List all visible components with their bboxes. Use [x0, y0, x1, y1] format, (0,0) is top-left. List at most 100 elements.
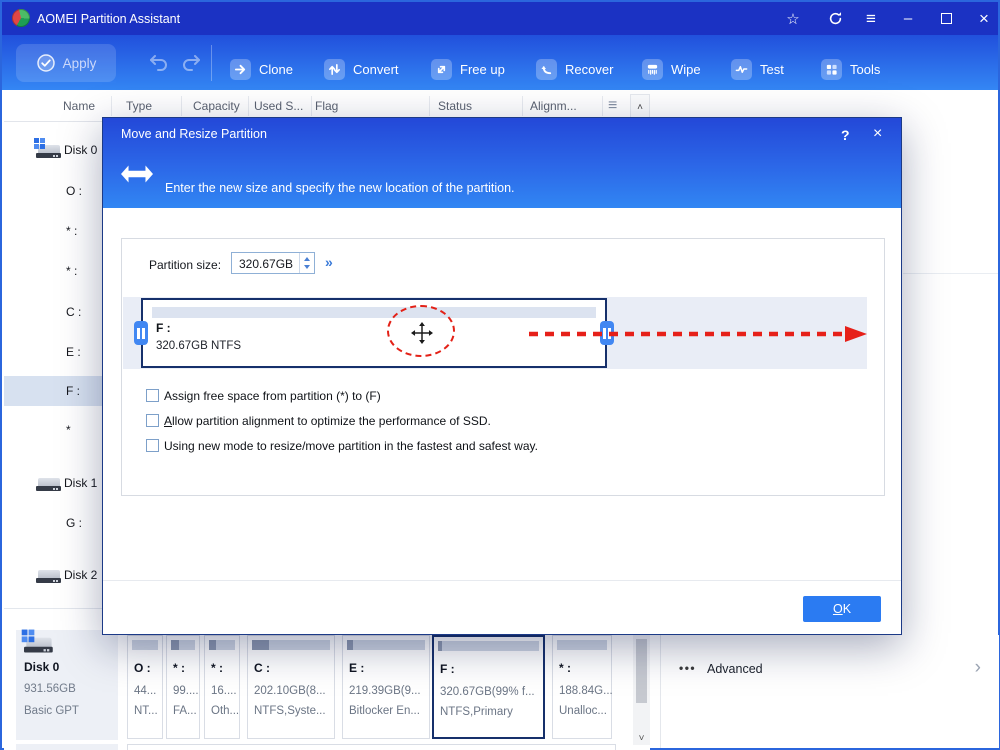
disk-icon	[24, 633, 53, 653]
disk0-info-card[interactable]: Disk 0 931.56GB Basic GPT	[16, 630, 118, 740]
usage-bar	[438, 641, 539, 651]
freeup-icon	[431, 59, 452, 80]
checkbox-icon[interactable]	[146, 439, 159, 452]
size-spinner[interactable]	[299, 253, 314, 273]
toolbar-separator	[211, 45, 212, 81]
column-header-name[interactable]: Name	[63, 99, 95, 113]
checkbox-icon[interactable]	[146, 414, 159, 427]
apply-check-icon	[36, 53, 56, 73]
disk-scheme: Basic GPT	[24, 705, 79, 717]
toolbar-button-label: Free up	[460, 62, 505, 77]
toolbar-button-convert[interactable]: Convert	[324, 58, 399, 80]
move-resize-arrows-icon	[121, 165, 153, 188]
maximize-button[interactable]	[933, 2, 959, 35]
disk-map-scrollbar[interactable]: ˅	[633, 617, 650, 745]
toolbar-button-wipe[interactable]: Wipe	[642, 58, 701, 80]
partition-usage-bar	[152, 307, 596, 318]
toolbar-button-recover[interactable]: Recover	[536, 58, 613, 80]
sidebar-item-f-selected[interactable]: F :	[4, 376, 107, 406]
app-window: AOMEI Partition Assistant ☆ ≡ – × Apply …	[0, 0, 1000, 750]
sidebar-item-star2[interactable]: * :	[4, 256, 107, 286]
checkbox-icon[interactable]	[146, 389, 159, 402]
disk-icon	[36, 141, 61, 158]
toolbar-button-label: Clone	[259, 62, 293, 77]
scrollbar-thumb[interactable]	[636, 639, 647, 703]
disk-tree-sidebar: Disk 0 O : * : * : C : E : F : * Disk 1 …	[4, 122, 107, 609]
column-header-used[interactable]: Used S...	[254, 99, 303, 113]
ok-button[interactable]: OK	[803, 596, 881, 622]
sidebar-item-star1[interactable]: * :	[4, 216, 107, 246]
toolbar-button-freeup[interactable]: Free up	[431, 58, 505, 80]
partition-block-star2[interactable]: * : 16.... Oth...	[204, 635, 240, 739]
partition-size-input[interactable]: 320.67GB	[231, 252, 315, 274]
sidebar-item-disk2[interactable]: Disk 2	[4, 560, 107, 590]
help-icon[interactable]: ?	[841, 127, 850, 143]
partition-block-e[interactable]: E : 219.39GB(9... Bitlocker En...	[342, 635, 430, 739]
disk-icon	[36, 566, 61, 583]
left-resize-handle[interactable]	[134, 321, 148, 345]
column-header-alignment[interactable]: Alignm...	[530, 99, 577, 113]
toolbar-button-label: Recover	[565, 62, 613, 77]
apply-button[interactable]: Apply	[16, 44, 116, 82]
toolbar-button-label: Convert	[353, 62, 399, 77]
spinner-up-icon	[304, 257, 310, 261]
disk1-blocks-partial	[127, 744, 616, 750]
disk-name: Disk 0	[24, 660, 59, 674]
partition-detail: 320.67GB NTFS	[156, 340, 241, 352]
sidebar-item-e[interactable]: E :	[4, 337, 107, 367]
advanced-section-label[interactable]: Advanced	[707, 662, 763, 676]
sidebar-item-disk0[interactable]: Disk 0	[4, 135, 107, 165]
tools-icon	[821, 59, 842, 80]
partition-block-c[interactable]: C : 202.10GB(8... NTFS,Syste...	[247, 635, 335, 739]
favorite-star-icon[interactable]: ☆	[780, 2, 806, 35]
toolbar-button-label: Wipe	[671, 62, 701, 77]
partition-block-o[interactable]: O : 44... NT...	[127, 635, 163, 739]
column-header-status[interactable]: Status	[438, 99, 472, 113]
dialog-close-icon[interactable]: ×	[873, 125, 882, 143]
wipe-icon	[642, 59, 663, 80]
partition-size-label: Partition size:	[149, 258, 221, 272]
clone-icon	[230, 59, 251, 80]
chevron-right-icon[interactable]: ›	[975, 657, 981, 679]
disk-icon	[36, 474, 61, 491]
recover-icon	[536, 59, 557, 80]
usage-bar	[132, 640, 158, 650]
column-settings-icon[interactable]: ≡	[608, 97, 617, 115]
usage-bar	[252, 640, 330, 650]
toolbar-button-clone[interactable]: Clone	[230, 58, 293, 80]
refresh-icon[interactable]	[822, 2, 848, 35]
move-resize-dialog: Move and Resize Partition ? × Enter the …	[102, 117, 902, 635]
partition-block-unallocated[interactable]: * : 188.84G... Unalloc...	[552, 635, 612, 739]
sidebar-item-g[interactable]: G :	[4, 508, 107, 538]
column-header-capacity[interactable]: Capacity	[193, 99, 240, 113]
partition-size-value: 320.67GB	[239, 257, 293, 271]
dialog-title: Move and Resize Partition	[121, 127, 267, 141]
usage-bar	[557, 640, 607, 650]
app-logo-icon	[12, 9, 30, 27]
minimize-button[interactable]: –	[895, 2, 921, 35]
spinner-down-icon	[304, 265, 310, 269]
toolbar-button-tools[interactable]: Tools	[821, 58, 880, 80]
disk-space-track: F : 320.67GB NTFS	[123, 297, 867, 369]
close-button[interactable]: ×	[971, 2, 997, 35]
maximize-icon	[941, 13, 952, 24]
right-panel-divider	[903, 273, 998, 274]
partition-block-star1[interactable]: * : 99.... FA...	[166, 635, 200, 739]
toolbar: Apply Clone Convert Free up Recover Wipe	[2, 35, 998, 90]
sidebar-item-star3[interactable]: *	[4, 415, 107, 445]
scroll-down-arrow[interactable]: ˅	[633, 733, 650, 744]
operations-panel: ••• Advanced ›	[660, 635, 999, 748]
partition-block-f-selected[interactable]: F : 320.67GB(99% f... NTFS,Primary	[432, 635, 545, 739]
redo-button[interactable]	[180, 53, 202, 76]
titlebar: AOMEI Partition Assistant ☆ ≡ – ×	[2, 2, 998, 35]
column-header-type[interactable]: Type	[126, 99, 152, 113]
column-header-flag[interactable]: Flag	[315, 99, 338, 113]
undo-button[interactable]	[148, 53, 170, 76]
sidebar-item-c[interactable]: C :	[4, 297, 107, 327]
sidebar-item-o[interactable]: O :	[4, 176, 107, 206]
hamburger-menu-icon[interactable]: ≡	[858, 2, 884, 35]
toolbar-button-test[interactable]: Test	[731, 58, 784, 80]
expand-units-icon[interactable]: »	[325, 254, 333, 270]
dialog-footer-divider	[103, 580, 901, 581]
sidebar-item-disk1[interactable]: Disk 1	[4, 468, 107, 498]
